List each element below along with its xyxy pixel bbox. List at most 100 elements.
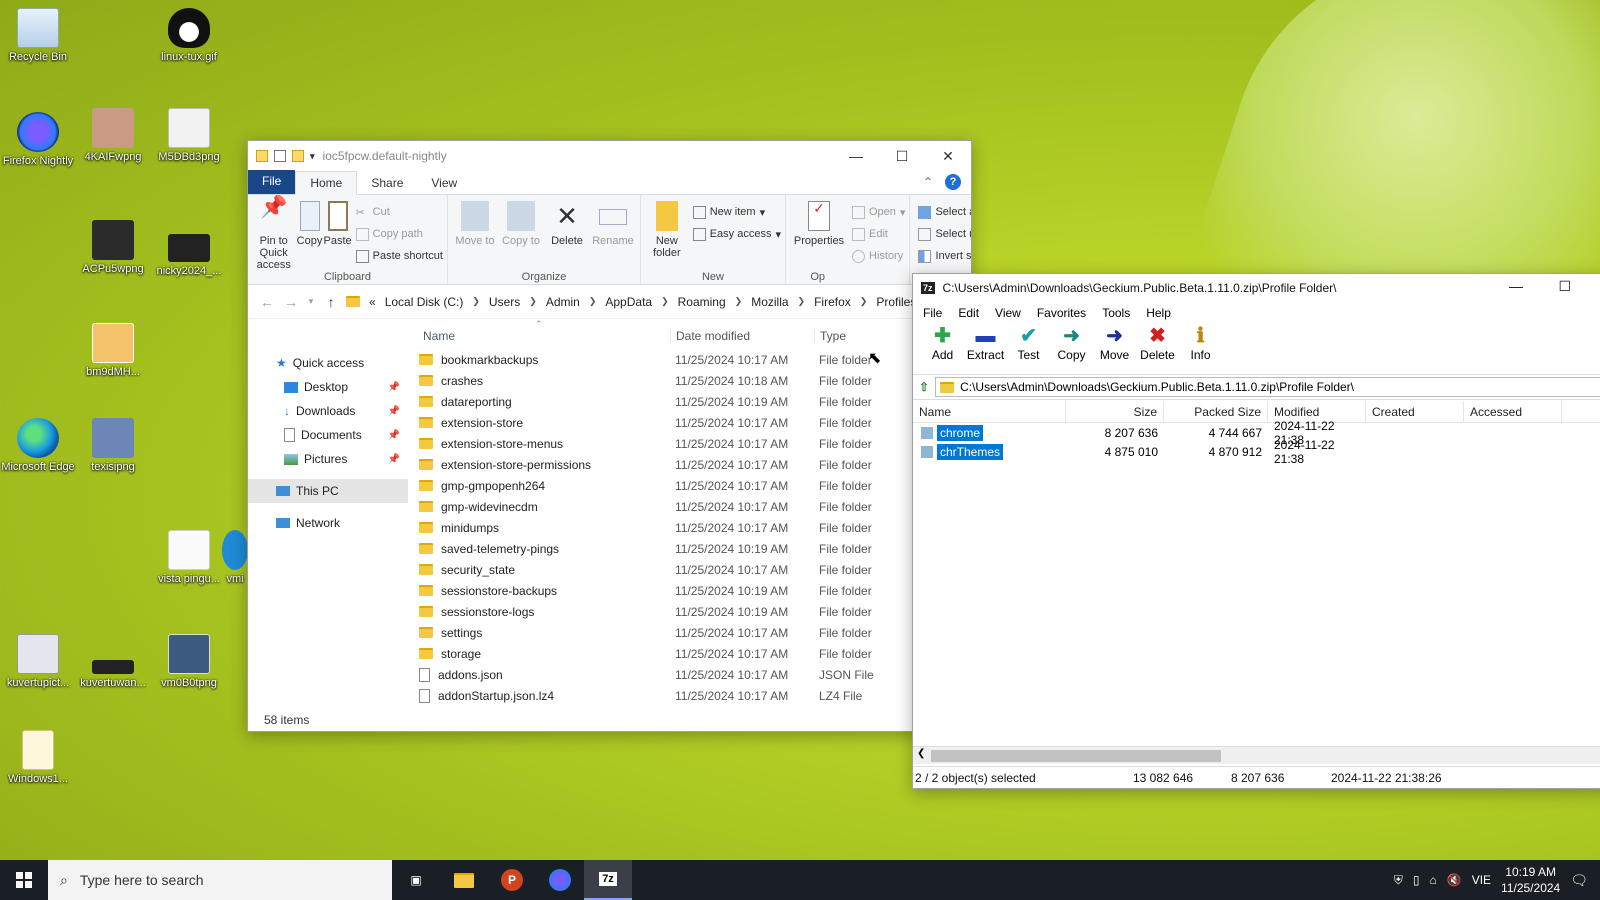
breadcrumb-item[interactable]: Admin [546,295,580,309]
desktop-icon-image-5[interactable]: bm9dMH... [75,323,151,379]
column-type[interactable]: Type [814,329,914,343]
file-row[interactable]: security_state 11/25/2024 10:17 AM File fo… [413,559,971,580]
tab-view[interactable]: View [417,172,471,194]
column-packed-size[interactable]: Packed Size [1164,400,1268,423]
menu-help[interactable]: Help [1146,306,1171,320]
file-row[interactable]: bookmarkbackups 11/25/2024 10:17 AM File f… [413,349,971,370]
column-name[interactable]: Name ⌃ [413,319,670,343]
paste-shortcut-button[interactable]: Paste shortcut [355,247,443,265]
desktop-icon-windows-file[interactable]: Windows1... [0,730,76,786]
notifications-icon[interactable]: 🗨 [1570,872,1588,889]
clock[interactable]: 10:19 AM 11/25/2024 [1501,864,1560,896]
breadcrumb-item[interactable]: Users [489,295,520,309]
copy-path-button[interactable]: Copy path [355,225,443,243]
breadcrumb-item[interactable]: Profiles [876,295,916,309]
close-button[interactable]: ✕ [925,141,971,171]
breadcrumb-item[interactable]: Roaming [678,295,726,309]
taskbar-powerpoint[interactable]: P [488,860,536,900]
file-row[interactable]: extension-store 11/25/2024 10:17 AM File f… [413,412,971,433]
scroll-left-icon[interactable]: ❮ [917,748,925,759]
menu-tools[interactable]: Tools [1102,306,1130,320]
horizontal-scrollbar[interactable]: ❮ [913,746,1600,764]
nav-documents[interactable]: Documents 📌 [248,423,408,447]
scrollbar-thumb[interactable] [931,750,1221,762]
security-icon[interactable]: ⛨ [1394,873,1403,888]
file-row[interactable]: sessionstore-logs 11/25/2024 10:19 AM File… [413,601,971,622]
column-size[interactable]: Size [1066,400,1164,423]
breadcrumb-item[interactable]: AppData [605,295,652,309]
desktop-icon-image-9[interactable]: kuvertuwan... [75,648,151,690]
menu-view[interactable]: View [995,306,1021,320]
file-row[interactable]: crashes 11/25/2024 10:18 AM File folder [413,370,971,391]
desktop-icon-firefox-nightly[interactable]: Firefox Nightly [0,112,76,168]
desktop-icon-image-4[interactable]: nicky2024_... [151,228,227,278]
folder-icon[interactable] [256,150,268,162]
tab-share[interactable]: Share [357,172,417,194]
archive-row[interactable]: chrThemes 4 875 010 4 870 912 2024-11-22 21… [913,438,1600,466]
desktop-icon-image-3[interactable]: ACPu5wpng [75,220,151,276]
desktop-icon-partial[interactable]: vmi [220,530,250,586]
toolbar-copy-button[interactable]: ➜ Copy [1050,324,1093,374]
desktop-icon-microsoft-edge[interactable]: Microsoft Edge [0,418,76,474]
easy-access-button[interactable]: Easy access ▾ [692,225,781,243]
file-row[interactable]: datareporting 11/25/2024 10:19 AM File fol… [413,391,971,412]
desktop-icon-image-8[interactable]: kuvertupict... [0,634,76,690]
help-icon[interactable]: ? [945,174,961,190]
taskbar-firefox-nightly[interactable] [536,860,584,900]
column-name[interactable]: Name [913,400,1066,423]
edit-button[interactable]: Edit [852,225,905,243]
file-row[interactable]: addonStartup.json.lz4 11/25/2024 10:17 AM… [413,685,971,706]
maximize-button[interactable]: ☐ [1558,278,1571,295]
toolbar-extract-button[interactable]: ▬ Extract [964,324,1007,374]
start-button[interactable] [0,860,48,900]
desktop-icon-linux-tux[interactable]: linux-tux.gif [151,8,227,64]
nav-quick-access[interactable]: ★ Quick access [248,351,408,375]
volume-muted-icon[interactable]: 🔇 [1447,873,1462,887]
select-all-button[interactable]: Select all [918,203,971,221]
archive-row[interactable]: chrome 8 207 636 4 744 667 2024-11-22 21:38 [913,419,1600,447]
language-indicator[interactable]: VIE [1472,873,1491,887]
collapse-ribbon-icon[interactable]: ⌃ [923,175,933,189]
taskbar-7zip[interactable]: 7z [584,860,632,900]
select-none-button[interactable]: Select none [918,225,971,243]
file-row[interactable]: storage 11/25/2024 10:17 AM File folder [413,643,971,664]
toolbar-move-button[interactable]: ➜ Move [1093,324,1136,374]
breadcrumb-item[interactable]: Mozilla [751,295,788,309]
file-row[interactable]: gmp-gmpopenh264 11/25/2024 10:17 AM File f… [413,475,971,496]
nav-this-pc[interactable]: This PC [248,479,408,503]
toolbar-test-button[interactable]: ✔ Test [1007,324,1050,374]
desktop-icon-image-2[interactable]: M5DBd3png [151,108,227,164]
file-row[interactable]: addons.json 11/25/2024 10:17 AM JSON File [413,664,971,685]
breadcrumb[interactable]: « Local Disk (C:) ❯ Users ❯ Admin ❯ AppData… [346,295,916,309]
toolbar-delete-button[interactable]: ✖ Delete [1136,324,1179,374]
tab-file[interactable]: File [248,170,296,194]
forward-arrow-icon[interactable]: → [282,294,300,310]
menu-file[interactable]: File [923,306,942,320]
recent-locations-icon[interactable]: ▾ [306,296,316,307]
up-arrow-icon[interactable]: ↑ [322,294,340,310]
column-accessed[interactable]: Accessed [1464,400,1562,423]
history-button[interactable]: History [852,247,905,265]
usb-icon[interactable]: ▯ [1413,873,1420,887]
menu-edit[interactable]: Edit [958,306,979,320]
customize-qat-icon[interactable]: ▾ [310,151,315,162]
minimize-button[interactable]: — [1509,278,1523,294]
file-row[interactable]: saved-telemetry-pings 11/25/2024 10:19 AM… [413,538,971,559]
file-row[interactable]: extension-store-menus 11/25/2024 10:17 AM… [413,433,971,454]
taskbar-search-box[interactable]: ⌕ Type here to search [48,860,392,900]
column-date-modified[interactable]: Date modified [670,329,814,343]
taskbar-file-explorer[interactable] [440,860,488,900]
cut-button[interactable]: ✂ Cut [356,203,443,221]
desktop-icon-image-10[interactable]: vm0B0tpng [151,634,227,690]
nav-desktop[interactable]: Desktop 📌 [248,375,408,399]
file-row[interactable]: minidumps 11/25/2024 10:17 AM File folder [413,517,971,538]
desktop-icon-image-6[interactable]: texisipng [75,418,151,474]
breadcrumb-item[interactable]: Firefox [814,295,851,309]
menu-favorites[interactable]: Favorites [1037,306,1086,320]
task-view-button[interactable]: ▣ [392,860,440,900]
open-button[interactable]: Open ▾ [852,203,905,221]
maximize-button[interactable]: ☐ [879,141,925,171]
network-icon[interactable]: ⌂ [1430,873,1437,887]
new-folder-qat-icon[interactable] [292,150,304,162]
file-row[interactable]: settings 11/25/2024 10:17 AM File folder [413,622,971,643]
